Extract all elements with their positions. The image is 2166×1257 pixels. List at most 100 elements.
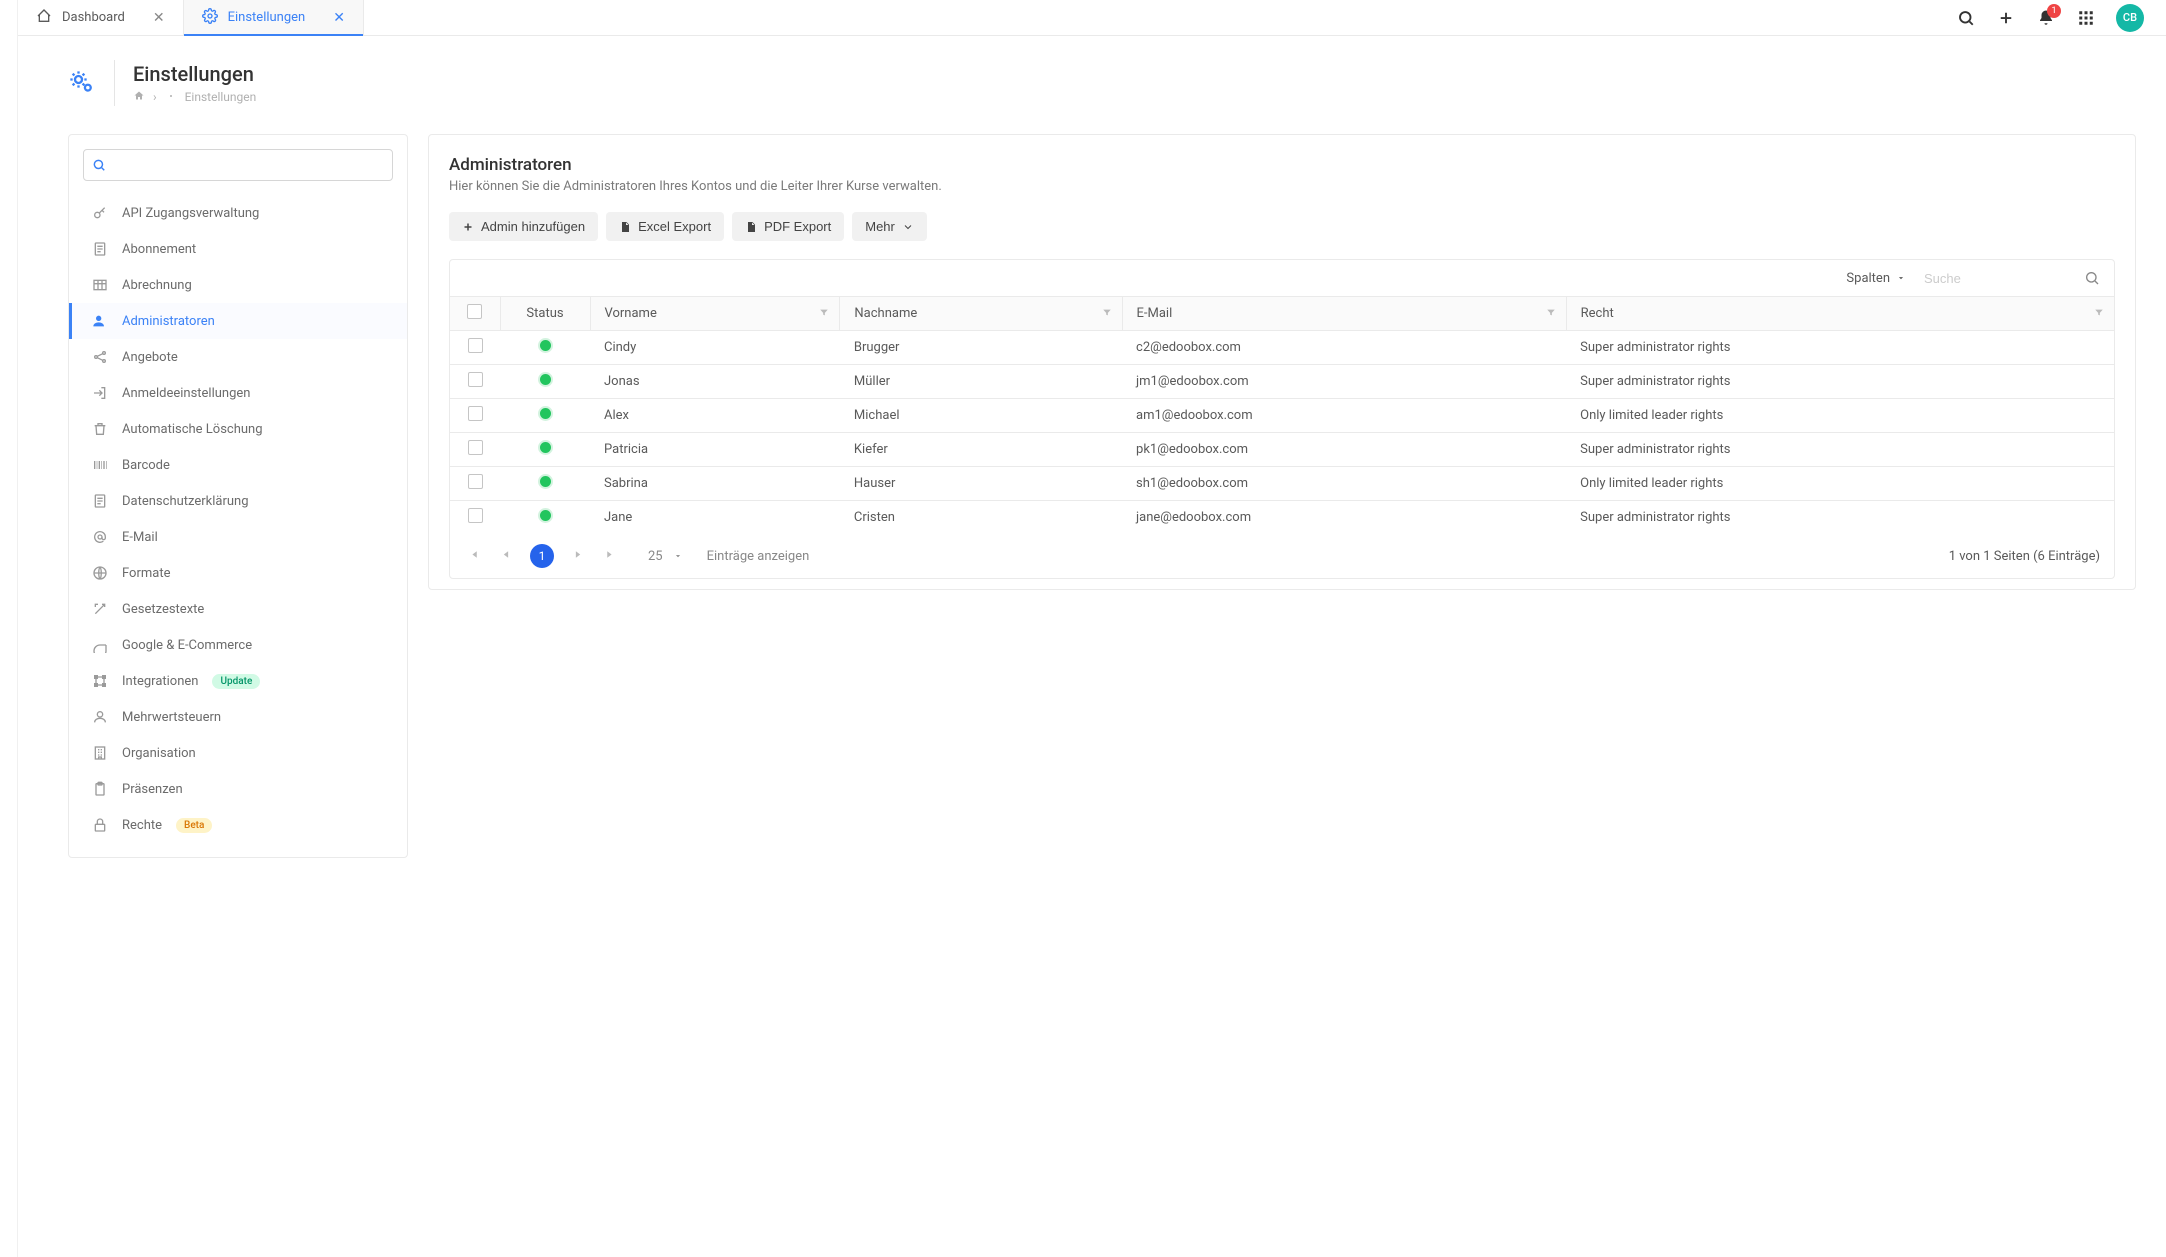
pager-first[interactable] (464, 545, 483, 568)
row-checkbox[interactable] (468, 372, 483, 387)
sidebar-item-organisation[interactable]: Organisation (69, 735, 407, 771)
sidebar-item-google-e-commerce[interactable]: Google & E-Commerce (69, 627, 407, 663)
header-rights[interactable]: Recht (1566, 297, 2114, 331)
globe-icon (92, 565, 108, 581)
sidebar-item-datenschutzerkl-rung[interactable]: Datenschutzerklärung (69, 483, 407, 519)
pager-next[interactable] (568, 545, 587, 568)
close-icon[interactable]: ✕ (153, 10, 165, 26)
sidebar-item-label: Organisation (122, 746, 196, 761)
tab-label: Dashboard (62, 10, 125, 25)
cell-firstname: Sabrina (590, 467, 840, 501)
sidebar-item-label: Administratoren (122, 314, 215, 329)
add-icon[interactable] (1996, 8, 2016, 28)
filter-icon[interactable] (2094, 306, 2104, 321)
tab-einstellungen[interactable]: Einstellungen ✕ (184, 0, 364, 35)
cell-rights: Only limited leader rights (1566, 399, 2114, 433)
cell-lastname: Cristen (840, 501, 1122, 535)
add-admin-button[interactable]: Admin hinzufügen (449, 212, 598, 241)
sidebar-item-abonnement[interactable]: Abonnement (69, 231, 407, 267)
header-status[interactable]: Status (500, 297, 590, 331)
sidebar-item-label: API Zugangsverwaltung (122, 206, 259, 221)
panel-title: Administratoren (449, 155, 2115, 175)
table-search[interactable] (1924, 270, 2100, 286)
apps-icon[interactable] (2076, 8, 2096, 28)
admin-table: Spalten Status Vo (449, 259, 2115, 579)
cell-email: jane@edoobox.com (1122, 501, 1566, 535)
status-dot (540, 476, 551, 487)
row-checkbox[interactable] (468, 474, 483, 489)
admin-panel: Administratoren Hier können Sie die Admi… (428, 134, 2136, 590)
row-checkbox[interactable] (468, 406, 483, 421)
close-icon[interactable]: ✕ (333, 10, 345, 26)
table-row[interactable]: CindyBruggerc2@edoobox.comSuper administ… (450, 331, 2114, 365)
sidebar-item-label: Rechte (122, 818, 162, 833)
search-icon[interactable] (1956, 8, 1976, 28)
tab-dashboard[interactable]: Dashboard ✕ (18, 0, 184, 35)
table-search-input[interactable] (1924, 271, 2074, 286)
sidebar-item-label: Formate (122, 566, 171, 581)
chevron-down-icon (902, 221, 914, 233)
sidebar-item-integrationen[interactable]: IntegrationenUpdate (69, 663, 407, 699)
sidebar-item-mehrwertsteuern[interactable]: Mehrwertsteuern (69, 699, 407, 735)
table-row[interactable]: JaneCristenjane@edoobox.comSuper adminis… (450, 501, 2114, 535)
trash-icon (92, 421, 108, 437)
sidebar-item-anmeldeeinstellungen[interactable]: Anmeldeeinstellungen (69, 375, 407, 411)
pager-last[interactable] (601, 545, 620, 568)
header-lastname[interactable]: Nachname (840, 297, 1122, 331)
avatar[interactable]: CB (2116, 4, 2144, 32)
sidebar-item-automatische-l-schung[interactable]: Automatische Löschung (69, 411, 407, 447)
pager-prev[interactable] (497, 545, 516, 568)
sidebar-item-rechte[interactable]: RechteBeta (69, 807, 407, 843)
sidebar-item-barcode[interactable]: Barcode (69, 447, 407, 483)
cell-email: pk1@edoobox.com (1122, 433, 1566, 467)
header-firstname[interactable]: Vorname (590, 297, 840, 331)
sidebar-item-e-mail[interactable]: E-Mail (69, 519, 407, 555)
filter-icon[interactable] (1102, 306, 1112, 321)
cell-firstname: Jonas (590, 365, 840, 399)
pager-info: 1 von 1 Seiten (6 Einträge) (1949, 549, 2100, 564)
table-row[interactable]: JonasMüllerjm1@edoobox.comSuper administ… (450, 365, 2114, 399)
table-row[interactable]: PatriciaKieferpk1@edoobox.comSuper admin… (450, 433, 2114, 467)
sidebar-item-gesetzestexte[interactable]: Gesetzestexte (69, 591, 407, 627)
filter-icon[interactable] (1546, 306, 1556, 321)
row-checkbox[interactable] (468, 338, 483, 353)
pager-size[interactable]: 25 (648, 549, 683, 564)
cell-rights: Only limited leader rights (1566, 467, 2114, 501)
settings-sidebar: API Zugangsverwaltung Abonnement Abrechnun… (68, 134, 408, 858)
sidebar-item-pr-senzen[interactable]: Präsenzen (69, 771, 407, 807)
table-row[interactable]: AlexMichaelam1@edoobox.comOnly limited l… (450, 399, 2114, 433)
breadcrumb-label: Einstellungen (185, 90, 257, 104)
sidebar-search[interactable] (83, 149, 393, 181)
cell-email: am1@edoobox.com (1122, 399, 1566, 433)
sidebar-item-abrechnung[interactable]: Abrechnung (69, 267, 407, 303)
search-input[interactable] (83, 149, 393, 181)
sidebar-item-label: Abrechnung (122, 278, 192, 293)
status-dot (540, 374, 551, 385)
share-icon (92, 349, 108, 365)
home-icon[interactable] (133, 90, 145, 105)
cell-lastname: Brugger (840, 331, 1122, 365)
panel-subtitle: Hier können Sie die Administratoren Ihre… (449, 179, 2115, 194)
header-email[interactable]: E-Mail (1122, 297, 1566, 331)
user-icon (92, 313, 108, 329)
columns-button[interactable]: Spalten (1846, 271, 1906, 286)
row-checkbox[interactable] (468, 508, 483, 523)
building-icon (92, 745, 108, 761)
sidebar-item-label: Barcode (122, 458, 170, 473)
lock-icon (92, 817, 108, 833)
sidebar-item-formate[interactable]: Formate (69, 555, 407, 591)
pdf-export-button[interactable]: PDF Export (732, 212, 844, 241)
sidebar-item-api-zugangsverwaltung[interactable]: API Zugangsverwaltung (69, 195, 407, 231)
sidebar-item-administratoren[interactable]: Administratoren (69, 303, 407, 339)
excel-export-button[interactable]: Excel Export (606, 212, 724, 241)
sidebar-item-angebote[interactable]: Angebote (69, 339, 407, 375)
bell-icon[interactable]: 1 (2036, 8, 2056, 28)
filter-icon[interactable] (819, 306, 829, 321)
pager-current[interactable]: 1 (530, 544, 554, 568)
home-icon (36, 8, 52, 28)
select-all-checkbox[interactable] (467, 304, 482, 319)
more-button[interactable]: Mehr (852, 212, 927, 241)
row-checkbox[interactable] (468, 440, 483, 455)
pager: 1 25 Einträge anzeigen 1 von 1 Seiten (6… (450, 534, 2114, 578)
table-row[interactable]: SabrinaHausersh1@edoobox.comOnly limited… (450, 467, 2114, 501)
